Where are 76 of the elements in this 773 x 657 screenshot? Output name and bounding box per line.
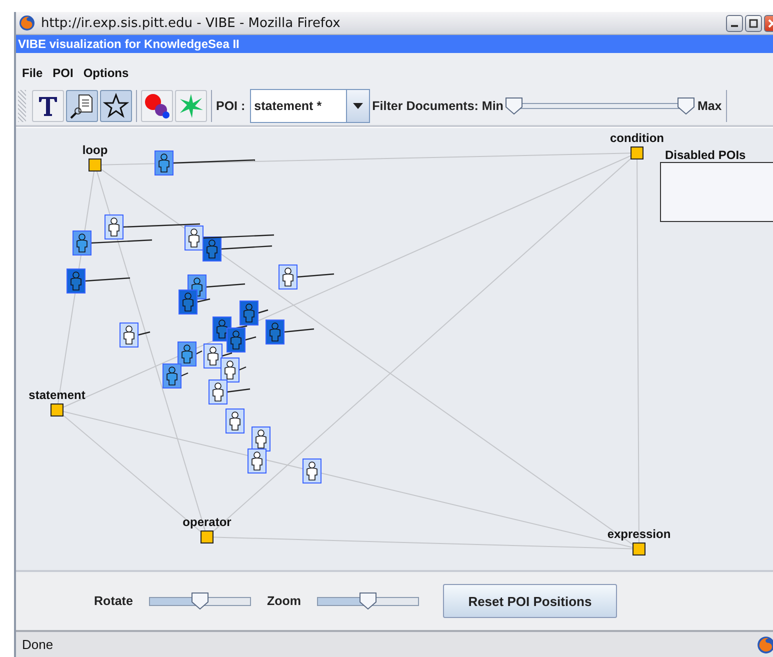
poi-marker[interactable] bbox=[630, 146, 644, 160]
slider-thumb[interactable] bbox=[190, 592, 209, 610]
menu-item[interactable]: Options bbox=[83, 66, 129, 80]
leader-line bbox=[238, 366, 246, 371]
document-icon[interactable] bbox=[120, 322, 138, 348]
leader-line bbox=[226, 388, 250, 393]
poi-label: statement bbox=[28, 388, 86, 402]
reset-poi-positions-button[interactable]: Reset POI Positions bbox=[442, 584, 617, 618]
document-icon[interactable] bbox=[302, 458, 322, 484]
document-icon[interactable] bbox=[204, 344, 222, 368]
poi-label: loop bbox=[82, 143, 108, 157]
status-text: Done bbox=[22, 637, 54, 652]
slider-thumb[interactable] bbox=[505, 97, 524, 115]
poi-marker[interactable] bbox=[88, 158, 102, 172]
tool-button[interactable] bbox=[100, 90, 132, 122]
leader-line bbox=[206, 283, 246, 288]
document-icon[interactable] bbox=[72, 230, 92, 256]
tool-button[interactable] bbox=[141, 90, 173, 122]
slider-thumb[interactable] bbox=[677, 97, 696, 115]
zoom-label: Zoom bbox=[266, 594, 301, 608]
browser-logo-icon bbox=[19, 15, 35, 31]
poi-label: condition bbox=[610, 131, 664, 145]
star-icon bbox=[103, 93, 129, 119]
leader-line bbox=[222, 352, 232, 357]
document-icon[interactable] bbox=[208, 380, 228, 404]
tool-button[interactable] bbox=[32, 90, 64, 122]
tool-button[interactable] bbox=[66, 90, 98, 122]
circles-icon bbox=[143, 92, 171, 120]
document-icon[interactable] bbox=[220, 358, 240, 382]
maximize-icon bbox=[749, 18, 758, 28]
document-icon[interactable] bbox=[248, 448, 266, 474]
poi-label: POI : bbox=[216, 99, 246, 113]
document-icon[interactable] bbox=[162, 364, 182, 388]
poi-label: operator bbox=[182, 515, 232, 529]
leader-line bbox=[180, 372, 188, 377]
minimize-icon bbox=[731, 25, 738, 27]
leader-line bbox=[296, 273, 334, 278]
leader-line bbox=[220, 245, 272, 250]
leader-line bbox=[196, 298, 210, 303]
maximize-button[interactable] bbox=[745, 14, 762, 32]
document-icon[interactable] bbox=[252, 426, 270, 452]
document-icon[interactable] bbox=[184, 226, 204, 250]
document-search-icon bbox=[69, 93, 95, 119]
leader-line bbox=[196, 350, 202, 355]
minimize-button[interactable] bbox=[726, 14, 743, 32]
caret-icon bbox=[353, 103, 364, 109]
poi-label: expression bbox=[607, 527, 671, 541]
document-icon[interactable] bbox=[104, 214, 124, 240]
menu-item[interactable]: POI bbox=[52, 66, 74, 80]
toolbar-grip[interactable] bbox=[18, 90, 26, 122]
document-icon[interactable] bbox=[178, 342, 196, 366]
window-title: http://ir.exp.sis.pitt.edu - VIBE - Mozilla Firefox bbox=[41, 16, 342, 30]
disabled-pois-title: Disabled POIs bbox=[665, 148, 746, 162]
leader-line bbox=[284, 328, 314, 333]
document-icon[interactable] bbox=[226, 408, 244, 434]
filter-max-label: Max bbox=[697, 99, 722, 113]
poi-marker[interactable] bbox=[50, 404, 64, 416]
slider-thumb[interactable] bbox=[358, 592, 377, 610]
menu-item[interactable]: File bbox=[22, 66, 43, 80]
document-icon[interactable] bbox=[154, 150, 174, 176]
leader-line bbox=[84, 277, 130, 282]
leader-line bbox=[258, 309, 268, 314]
leader-line bbox=[138, 331, 150, 336]
document-icon[interactable] bbox=[278, 264, 298, 290]
burst-icon bbox=[178, 93, 204, 119]
poi-marker[interactable] bbox=[200, 530, 214, 544]
app-title: VIBE visualization for KnowledgeSea II bbox=[16, 35, 773, 53]
poi-select[interactable]: statement * bbox=[250, 89, 370, 123]
leader-line bbox=[202, 234, 274, 239]
filter-label: Filter Documents: Min bbox=[372, 99, 504, 113]
rotate-label: Rotate bbox=[94, 594, 133, 608]
poi-marker[interactable] bbox=[632, 542, 646, 556]
leader-line bbox=[90, 239, 152, 244]
browser-logo-icon bbox=[757, 636, 773, 654]
text-icon bbox=[37, 94, 59, 118]
leader-line bbox=[244, 336, 256, 341]
